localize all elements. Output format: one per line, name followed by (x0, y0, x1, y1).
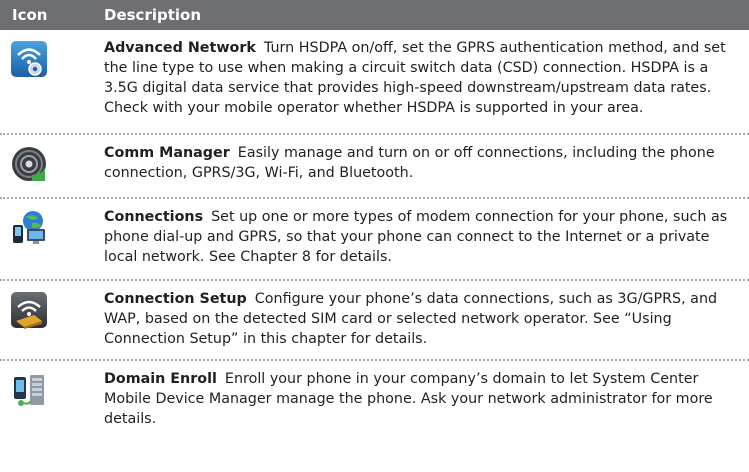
comm-manager-icon (12, 147, 46, 181)
connection-setup-icon (11, 292, 47, 329)
row-title: Advanced Network (104, 40, 256, 56)
icon-column-header: Icon (12, 6, 48, 24)
table-row: Advanced Network Turn HSDPA on/off, set t… (0, 30, 749, 135)
description-column-header: Description (104, 6, 202, 24)
row-title: Domain Enroll (104, 371, 217, 387)
settings-icon-table: Icon Description Advanced Network Turn HS… (0, 0, 749, 441)
table-header: Icon Description (0, 0, 749, 30)
table-row: Domain Enroll Enroll your phone in your c… (0, 361, 749, 441)
table-row: Comm Manager Easily manage and turn on or… (0, 135, 749, 199)
advanced-network-icon (11, 41, 47, 77)
table-row: Connection Setup Configure your phone’s d… (0, 281, 749, 361)
table-row: Connections Set up one or more types of m… (0, 199, 749, 281)
row-title: Connections (104, 209, 204, 225)
row-title: Comm Manager (104, 145, 230, 161)
row-title: Connection Setup (104, 291, 247, 307)
connections-icon (13, 211, 45, 244)
domain-enroll-icon (14, 375, 44, 406)
